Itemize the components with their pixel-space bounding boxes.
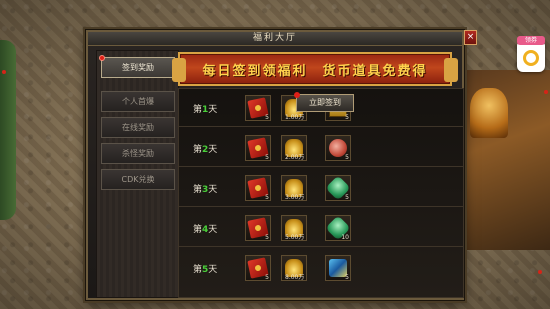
sidebar-item-first-drop[interactable]: 个人首爆 [101, 91, 175, 112]
statue-decoration [470, 88, 508, 138]
reward-slot[interactable]: 5 [325, 135, 351, 161]
reward-row-day-3: 第3天 5 3.00万 5 [179, 169, 463, 207]
sidebar: 签到奖励 个人首爆 在线奖励 杀怪奖励 CDK兑换 [96, 50, 179, 298]
reward-slot[interactable]: 5 [245, 135, 271, 161]
reward-slot[interactable]: 5 [245, 175, 271, 201]
bush-decoration [0, 40, 16, 220]
reward-slot[interactable]: 5 [325, 255, 351, 281]
reward-slot[interactable]: 5 [325, 175, 351, 201]
rewards-table: 第1天 5 1.00万 5 第2天 5 2.00万 5 第3天 5 3.00万 … [178, 88, 464, 298]
reward-row-day-2: 第2天 5 2.00万 5 [179, 129, 463, 167]
sign-in-button[interactable]: 立即签到 [294, 92, 354, 112]
reward-slot[interactable]: 5.00万 [281, 215, 307, 241]
day-label: 第1天 [193, 105, 218, 115]
coupon-widget[interactable]: 领券 [517, 36, 545, 72]
notification-dot [99, 55, 105, 61]
day-label: 第5天 [193, 265, 218, 275]
reward-row-day-5: 第5天 5 8.00万 5 [179, 249, 463, 287]
marker-dot [538, 270, 542, 274]
close-button[interactable]: × [464, 30, 477, 45]
sidebar-item-label: CDK兑换 [121, 175, 155, 184]
sidebar-item-label: 在线奖励 [122, 123, 154, 132]
sidebar-item-kill[interactable]: 杀怪奖励 [101, 143, 175, 164]
sidebar-item-label: 杀怪奖励 [122, 149, 154, 158]
reward-slot[interactable]: 5 [245, 95, 271, 121]
welfare-hall-window: 福利大厅 签到奖励 个人首爆 在线奖励 杀怪奖励 CDK兑换 每日签到领福利 货… [86, 30, 464, 300]
close-icon: × [466, 32, 475, 42]
reward-slot[interactable]: 2.00万 [281, 135, 307, 161]
sidebar-item-cdk[interactable]: CDK兑换 [101, 169, 175, 190]
sign-in-label: 立即签到 [309, 98, 341, 107]
reward-slot[interactable]: 10 [325, 215, 351, 241]
sidebar-item-online[interactable]: 在线奖励 [101, 117, 175, 138]
reward-row-day-4: 第4天 5 5.00万 10 [179, 209, 463, 247]
sidebar-item-label: 签到奖励 [122, 63, 154, 72]
reward-slot[interactable]: 5 [245, 215, 271, 241]
banner-text: 每日签到领福利 货币道具免费得 [202, 64, 428, 79]
notification-dot [294, 92, 300, 98]
reward-slot[interactable]: 3.00万 [281, 175, 307, 201]
coupon-icon [523, 50, 539, 66]
marker-dot [2, 70, 6, 74]
banner: 每日签到领福利 货币道具免费得 [172, 52, 458, 86]
marker-dot [544, 90, 548, 94]
day-label: 第4天 [193, 225, 218, 235]
window-title: 福利大厅 [88, 32, 462, 46]
coupon-tag: 领券 [517, 36, 545, 45]
sidebar-item-sign-in[interactable]: 签到奖励 [99, 55, 175, 78]
day-label: 第2天 [193, 145, 218, 155]
sidebar-item-label: 个人首爆 [122, 97, 154, 106]
reward-slot[interactable]: 5 [245, 255, 271, 281]
reward-slot[interactable]: 8.00万 [281, 255, 307, 281]
day-label: 第3天 [193, 185, 218, 195]
